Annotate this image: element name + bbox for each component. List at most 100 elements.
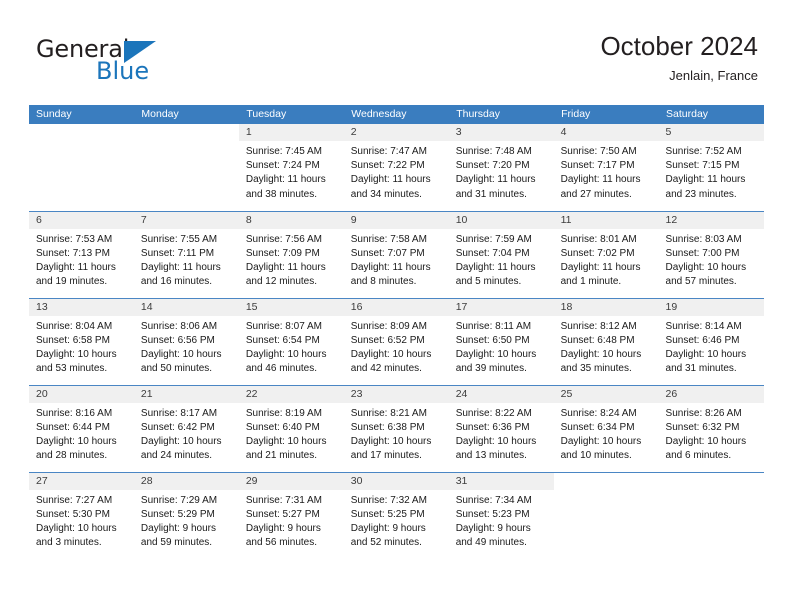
calendar-day-cell	[553, 471, 659, 559]
day-cell-inner: 25 Sunrise: 8:24 AM Sunset: 6:34 PM Dayligh…	[553, 385, 659, 472]
daylight-text: Daylight: 10 hours	[350, 435, 432, 447]
calendar-day-cell[interactable]: 25 Sunrise: 8:24 AM Sunset: 6:34 PM Dayligh…	[553, 384, 659, 472]
calendar-day-cell[interactable]: 7 Sunrise: 7:55 AM Sunset: 7:11 PM Daylight…	[133, 210, 239, 298]
day-cell-inner	[659, 473, 764, 560]
day-number: 15	[238, 298, 344, 316]
day-details: Sunrise: 7:55 AM Sunset: 7:11 PM Daylight:…	[134, 229, 239, 290]
daylight-text: Daylight: 10 hours	[560, 348, 642, 360]
sunset-text: Sunset: 5:23 PM	[455, 508, 530, 520]
daylight-text: Daylight: 10 hours	[140, 435, 222, 447]
calendar-day-cell[interactable]: 24 Sunrise: 8:22 AM Sunset: 6:36 PM Dayligh…	[448, 384, 554, 472]
calendar-day-cell[interactable]: 23 Sunrise: 8:21 AM Sunset: 6:38 PM Dayligh…	[343, 384, 449, 472]
page-title: October 2024	[600, 31, 758, 61]
day-number: 30	[343, 472, 449, 490]
calendar-day-cell[interactable]: 8 Sunrise: 7:56 AM Sunset: 7:09 PM Daylight…	[238, 210, 344, 298]
general-blue-logo[interactable]: General Blue	[36, 36, 256, 90]
daylight-text-cont: and 42 minutes.	[350, 363, 422, 375]
daylight-text: Daylight: 11 hours	[140, 261, 221, 273]
daylight-text-cont: and 27 minutes.	[560, 188, 632, 200]
calendar-day-cell[interactable]: 13 Sunrise: 8:04 AM Sunset: 6:58 PM Dayligh…	[29, 297, 134, 385]
calendar-day-cell[interactable]: 14 Sunrise: 8:06 AM Sunset: 6:56 PM Dayligh…	[133, 297, 239, 385]
calendar-day-cell[interactable]: 15 Sunrise: 8:07 AM Sunset: 6:54 PM Dayligh…	[238, 297, 344, 385]
daylight-text: Daylight: 10 hours	[36, 522, 117, 534]
day-details: Sunrise: 8:19 AM Sunset: 6:40 PM Daylight:…	[239, 403, 344, 464]
calendar-day-cell[interactable]: 4 Sunrise: 7:50 AM Sunset: 7:17 PM Daylight…	[553, 124, 659, 211]
calendar-day-cell[interactable]: 2 Sunrise: 7:47 AM Sunset: 7:22 PM Daylight…	[343, 124, 449, 211]
calendar-day-cell[interactable]: 1 Sunrise: 7:45 AM Sunset: 7:24 PM Daylight…	[238, 124, 344, 211]
calendar-day-cell[interactable]: 29 Sunrise: 7:31 AM Sunset: 5:27 PM Dayligh…	[238, 471, 344, 560]
day-cell-inner: 2 Sunrise: 7:47 AM Sunset: 7:22 PM Daylight…	[343, 124, 449, 211]
day-details: Sunrise: 7:31 AM Sunset: 5:27 PM Daylight:…	[239, 490, 344, 551]
calendar-day-cell[interactable]: 11 Sunrise: 8:01 AM Sunset: 7:02 PM Dayligh…	[553, 210, 659, 298]
calendar-day-cell[interactable]: 16 Sunrise: 8:09 AM Sunset: 6:52 PM Dayligh…	[343, 297, 449, 385]
calendar-day-cell[interactable]: 9 Sunrise: 7:58 AM Sunset: 7:07 PM Daylight…	[343, 210, 449, 298]
daylight-text-cont: and 5 minutes.	[455, 276, 522, 288]
day-cell-inner: 3 Sunrise: 7:48 AM Sunset: 7:20 PM Daylight…	[448, 124, 554, 211]
day-cell-inner: 29 Sunrise: 7:31 AM Sunset: 5:27 PM Dayligh…	[238, 472, 344, 560]
calendar-day-cell[interactable]: 19 Sunrise: 8:14 AM Sunset: 6:46 PM Dayligh…	[658, 297, 764, 385]
daylight-text: Daylight: 10 hours	[36, 348, 117, 360]
calendar-day-cell[interactable]: 6 Sunrise: 7:53 AM Sunset: 7:13 PM Daylight…	[29, 210, 134, 298]
calendar-week-row: 27 Sunrise: 7:27 AM Sunset: 5:30 PM Dayligh…	[29, 471, 764, 560]
calendar-day-cell[interactable]: 12 Sunrise: 8:03 AM Sunset: 7:00 PM Dayligh…	[658, 210, 764, 298]
daylight-text: Daylight: 9 hours	[350, 522, 426, 534]
daylight-text: Daylight: 9 hours	[245, 522, 321, 534]
calendar-day-cell[interactable]: 22 Sunrise: 8:19 AM Sunset: 6:40 PM Dayligh…	[238, 384, 344, 472]
weekday-header-monday: Monday	[133, 105, 240, 124]
calendar-day-cell[interactable]: 21 Sunrise: 8:17 AM Sunset: 6:42 PM Dayligh…	[133, 384, 239, 472]
day-details: Sunrise: 8:09 AM Sunset: 6:52 PM Daylight:…	[344, 316, 449, 377]
calendar-day-cell[interactable]: 17 Sunrise: 8:11 AM Sunset: 6:50 PM Dayligh…	[448, 297, 554, 385]
daylight-text-cont: and 1 minute.	[560, 276, 622, 288]
sunrise-text: Sunrise: 8:11 AM	[455, 320, 532, 332]
daylight-text-cont: and 24 minutes.	[140, 450, 213, 462]
sunset-text: Sunset: 6:44 PM	[36, 421, 110, 433]
day-number: 1	[238, 124, 344, 141]
day-number: 5	[658, 124, 764, 141]
daylight-text-cont: and 17 minutes.	[350, 450, 422, 462]
day-details: Sunrise: 8:14 AM Sunset: 6:46 PM Daylight:…	[659, 316, 764, 377]
sunrise-text: Sunrise: 7:47 AM	[350, 146, 427, 157]
calendar-day-cell[interactable]: 30 Sunrise: 7:32 AM Sunset: 5:25 PM Dayligh…	[343, 471, 449, 559]
sunrise-text: Sunrise: 7:58 AM	[350, 233, 427, 245]
daylight-text-cont: and 56 minutes.	[245, 537, 318, 549]
calendar-day-cell[interactable]: 26 Sunrise: 8:26 AM Sunset: 6:32 PM Dayligh…	[658, 384, 764, 472]
calendar-week-row: 6 Sunrise: 7:53 AM Sunset: 7:13 PM Daylight…	[29, 210, 764, 298]
sunset-text: Sunset: 6:40 PM	[245, 421, 320, 433]
daylight-text: Daylight: 9 hours	[140, 522, 216, 534]
calendar-day-cell[interactable]: 20 Sunrise: 8:16 AM Sunset: 6:44 PM Dayligh…	[29, 384, 134, 472]
calendar-day-cell[interactable]: 27 Sunrise: 7:27 AM Sunset: 5:30 PM Dayligh…	[29, 471, 134, 559]
day-cell-inner: 24 Sunrise: 8:22 AM Sunset: 6:36 PM Dayligh…	[448, 385, 554, 472]
weekday-header-friday: Friday	[553, 105, 660, 124]
calendar-day-cell[interactable]: 28 Sunrise: 7:29 AM Sunset: 5:29 PM Dayligh…	[133, 471, 239, 559]
day-details: Sunrise: 8:17 AM Sunset: 6:42 PM Daylight:…	[134, 403, 239, 464]
calendar-day-cell[interactable]: 3 Sunrise: 7:48 AM Sunset: 7:20 PM Daylight…	[448, 124, 554, 211]
calendar-day-cell[interactable]: 10 Sunrise: 7:59 AM Sunset: 7:04 PM Dayligh…	[448, 210, 554, 298]
day-details: Sunrise: 8:22 AM Sunset: 6:36 PM Daylight:…	[449, 403, 554, 464]
day-details: Sunrise: 7:52 AM Sunset: 7:15 PM Daylight:…	[659, 141, 764, 202]
weekday-header-sunday: Sunday	[29, 105, 135, 124]
daylight-text-cont: and 53 minutes.	[36, 363, 108, 375]
day-details: Sunrise: 7:29 AM Sunset: 5:29 PM Daylight:…	[134, 490, 239, 551]
daylight-text-cont: and 57 minutes.	[665, 276, 737, 288]
daylight-text-cont: and 13 minutes.	[455, 450, 527, 462]
daylight-text: Daylight: 11 hours	[560, 174, 641, 186]
sunrise-text: Sunrise: 7:27 AM	[36, 494, 113, 506]
calendar-day-cell[interactable]: 5 Sunrise: 7:52 AM Sunset: 7:15 PM Daylight…	[658, 124, 764, 211]
day-details	[29, 141, 134, 145]
day-cell-inner: 10 Sunrise: 7:59 AM Sunset: 7:04 PM Dayligh…	[448, 211, 554, 298]
day-number: 16	[343, 298, 449, 316]
calendar-day-cell[interactable]: 18 Sunrise: 8:12 AM Sunset: 6:48 PM Dayligh…	[553, 297, 659, 385]
daylight-text-cont: and 38 minutes.	[245, 188, 318, 200]
daylight-text: Daylight: 11 hours	[455, 261, 536, 273]
calendar-day-cell[interactable]: 31 Sunrise: 7:34 AM Sunset: 5:23 PM Dayligh…	[448, 471, 554, 559]
day-details: Sunrise: 7:56 AM Sunset: 7:09 PM Daylight:…	[239, 229, 344, 290]
sunset-text: Sunset: 7:04 PM	[455, 247, 530, 259]
sunset-text: Sunset: 5:25 PM	[350, 508, 425, 520]
page-header: General Blue October 2024 Jenlain, Franc…	[0, 0, 792, 104]
day-details	[554, 490, 659, 494]
day-number: 22	[238, 385, 344, 403]
day-details	[134, 141, 239, 145]
sunset-text: Sunset: 7:13 PM	[36, 247, 110, 259]
sunset-text: Sunset: 6:54 PM	[245, 334, 320, 346]
day-number: 13	[29, 298, 134, 316]
